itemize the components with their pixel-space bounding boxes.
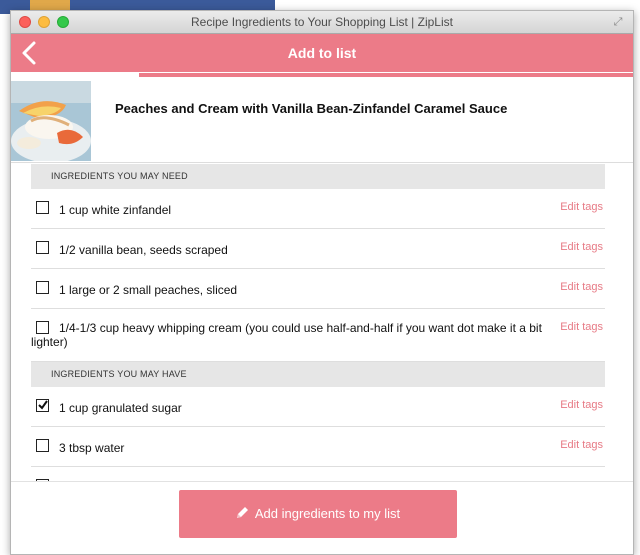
ingredient-label: 1 cup white zinfandel <box>59 203 172 217</box>
ingredient-row[interactable]: 1/4-1/3 cup heavy whipping cream (you co… <box>31 309 605 362</box>
app-header: Add to list <box>11 34 633 72</box>
recipe-title: Peaches and Cream with Vanilla Bean-Zinf… <box>115 101 508 116</box>
add-ingredients-label: Add ingredients to my list <box>254 506 401 521</box>
edit-tags-link[interactable]: Edit tags <box>560 321 603 333</box>
edit-tags-link[interactable]: Edit tags <box>560 281 603 293</box>
ingredient-label: 1 large or 2 small peaches, sliced <box>59 283 238 297</box>
edit-tags-link[interactable]: Edit tags <box>560 241 603 253</box>
ingredient-row[interactable]: 3 tbsp water Edit tags <box>31 427 605 467</box>
pencil-icon <box>236 491 249 539</box>
add-ingredients-button[interactable]: Add ingredients to my list <box>179 490 457 538</box>
ingredient-checkbox[interactable] <box>36 439 49 452</box>
edit-tags-link[interactable]: Edit tags <box>560 201 603 213</box>
footer-bar: Add ingredients to my list <box>11 481 633 554</box>
ingredient-label: 1/4-1/3 cup heavy whipping cream (you co… <box>31 321 542 349</box>
ingredient-label: 1 cup granulated sugar <box>59 401 182 415</box>
edit-tags-link[interactable]: Edit tags <box>560 399 603 411</box>
ingredient-row[interactable]: 1 large or 2 small peaches, sliced Edit … <box>31 269 605 309</box>
section-header-need: INGREDIENTS YOU MAY NEED <box>31 164 605 189</box>
ingredient-list: INGREDIENTS YOU MAY NEED 1 cup white zin… <box>31 164 605 492</box>
ingredient-label: 1/2 vanilla bean, seeds scraped <box>59 243 228 257</box>
recipe-image <box>11 81 91 161</box>
app-title: Add to list <box>287 45 357 61</box>
recipe-divider <box>11 162 633 163</box>
checkmark-icon <box>38 400 48 410</box>
ingredient-checkbox-checked[interactable] <box>36 399 49 412</box>
window-title: Recipe Ingredients to Your Shopping List… <box>191 15 453 29</box>
ingredient-row[interactable]: 1/2 vanilla bean, seeds scraped Edit tag… <box>31 229 605 269</box>
window-titlebar: Recipe Ingredients to Your Shopping List… <box>11 11 633 34</box>
ingredient-row[interactable]: 1 cup white zinfandel Edit tags <box>31 189 605 229</box>
section-header-have: INGREDIENTS YOU MAY HAVE <box>31 362 605 387</box>
ingredient-checkbox[interactable] <box>36 201 49 214</box>
app-window: Recipe Ingredients to Your Shopping List… <box>10 10 634 555</box>
recipe-summary: Peaches and Cream with Vanilla Bean-Zinf… <box>11 77 633 163</box>
ingredient-checkbox[interactable] <box>36 241 49 254</box>
fullscreen-icon[interactable]: ⤢ <box>611 15 625 29</box>
ingredient-row[interactable]: 1 cup granulated sugar Edit tags <box>31 387 605 427</box>
ingredient-checkbox[interactable] <box>36 281 49 294</box>
ingredient-label: 3 tbsp water <box>59 441 125 455</box>
edit-tags-link[interactable]: Edit tags <box>560 439 603 451</box>
